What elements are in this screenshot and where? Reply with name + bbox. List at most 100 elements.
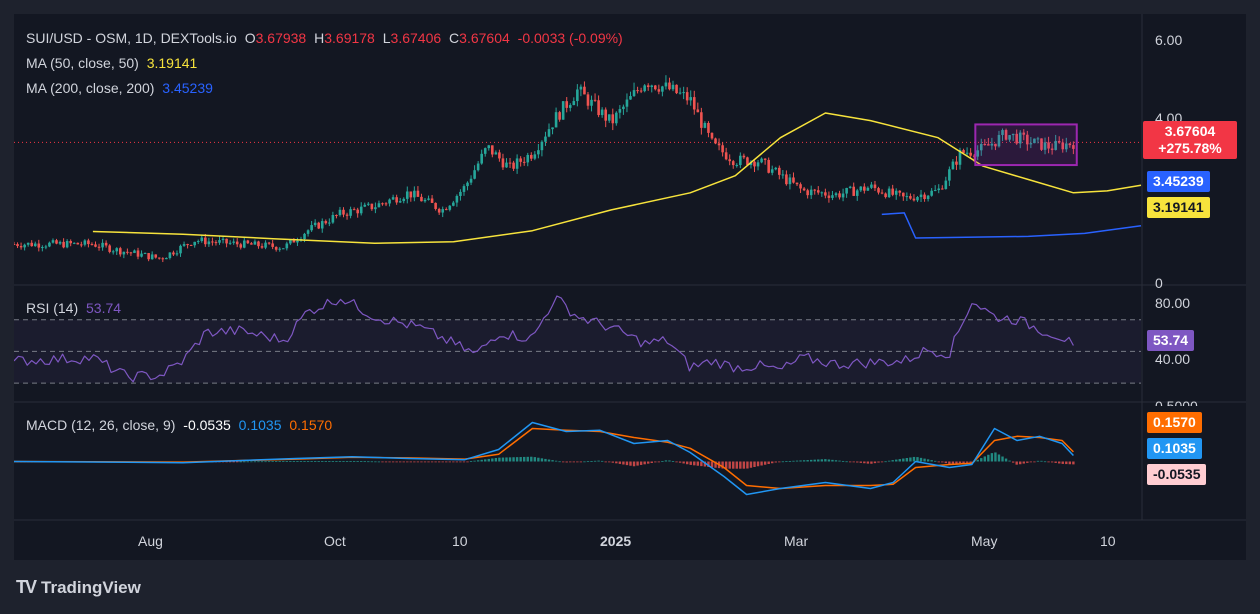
candle-body — [437, 208, 441, 213]
candle-body — [955, 161, 958, 165]
candle-body — [671, 84, 675, 90]
candle-body — [384, 203, 388, 205]
macd-histogram-bar — [448, 461, 451, 463]
macd-histogram-bar — [880, 461, 884, 463]
macd-histogram-bar — [856, 461, 859, 463]
candle-body — [894, 190, 898, 195]
macd-histogram-bar — [622, 461, 625, 465]
macd-histogram-bar — [799, 460, 802, 462]
macd-hist-value: -0.0535 — [183, 417, 231, 433]
candle-body — [111, 251, 115, 253]
macd-histogram-bar — [987, 454, 990, 462]
macd-histogram-bar — [360, 461, 363, 462]
macd-histogram-bar — [781, 461, 785, 463]
candle-body — [154, 254, 158, 258]
candle-body — [391, 197, 395, 200]
macd-histogram-bar — [746, 461, 749, 469]
macd-histogram-bar — [282, 461, 285, 462]
macd-histogram-bar — [1033, 461, 1036, 463]
candle-body — [604, 109, 607, 121]
macd-histogram-bar — [795, 460, 799, 462]
macd-histogram-bar — [597, 460, 600, 462]
macd-histogram-bar — [905, 458, 909, 462]
macd-histogram-bar — [1011, 461, 1015, 463]
candle-body — [395, 197, 398, 203]
macd-histogram-bar — [742, 461, 746, 469]
macd-histogram-bar — [629, 461, 632, 466]
candle-body — [809, 189, 813, 196]
candle-body — [278, 248, 282, 250]
low-value: 3.67406 — [390, 30, 442, 46]
macd-histogram-bar — [250, 461, 253, 463]
tradingview-brand[interactable]: TV TradingView — [16, 577, 141, 598]
candle-body — [643, 85, 646, 92]
price-badge-value: 3.67604 — [1164, 123, 1216, 139]
candle-body — [267, 242, 271, 244]
macd-histogram-bar — [841, 460, 845, 462]
macd-histogram-bar — [827, 459, 831, 462]
candle-body — [965, 152, 969, 154]
candle-body — [104, 242, 108, 246]
candle-body — [820, 192, 824, 194]
candle-body — [756, 162, 760, 167]
candle-body — [565, 101, 569, 108]
tradingview-logo-icon: TV — [16, 577, 37, 597]
macd-histogram-bar — [554, 460, 558, 462]
chart-panel[interactable]: SUI/USD - OSM, 1D, DEXTools.io O3.67938 … — [14, 14, 1246, 560]
candle-body — [802, 188, 806, 191]
candle-body — [370, 203, 374, 210]
candle-body — [529, 154, 533, 159]
macd-histogram-bar — [289, 461, 292, 462]
candle-body — [413, 190, 416, 198]
macd-histogram-bar — [317, 461, 320, 462]
candle-body — [207, 241, 211, 245]
macd-histogram-bar — [299, 461, 303, 462]
candle-body — [969, 152, 972, 156]
macd-histogram-bar — [664, 460, 668, 462]
macd-histogram-bar — [654, 461, 657, 463]
candle-body — [572, 101, 576, 106]
candle-body — [625, 99, 629, 107]
candle-body — [23, 244, 26, 248]
candle-body — [271, 243, 274, 247]
candle-body — [161, 258, 165, 260]
macd-histogram-bar — [423, 461, 427, 463]
macd-histogram-bar — [455, 461, 459, 463]
candle-body — [827, 195, 831, 198]
candle-body — [515, 158, 519, 169]
macd-histogram-bar — [367, 461, 370, 463]
candle-body — [576, 89, 579, 102]
candle-body — [193, 241, 196, 246]
candle-body — [306, 230, 310, 234]
macd-tick: 0.5000 — [1155, 398, 1198, 406]
macd-histogram-bar — [678, 461, 682, 463]
candle-body — [586, 94, 590, 106]
macd-histogram-bar — [303, 461, 306, 462]
candle-body — [870, 184, 873, 188]
macd-histogram-bar — [494, 458, 498, 462]
candle-body — [469, 178, 473, 183]
candle-body — [544, 136, 547, 142]
candle-body — [583, 86, 586, 95]
macd-histogram-bar — [406, 461, 409, 463]
macd-histogram-bar — [413, 461, 416, 463]
candle-body — [359, 206, 363, 214]
macd-histogram-bar — [271, 461, 274, 463]
candle-body — [689, 97, 693, 101]
candle-body — [902, 192, 905, 197]
macd-histogram-bar — [983, 456, 987, 462]
macd-histogram-bar — [427, 461, 430, 463]
macd-histogram-bar — [473, 460, 476, 462]
candle-body — [87, 240, 90, 245]
x-tick-may: May — [971, 533, 998, 549]
macd-histogram-bar — [1043, 461, 1047, 463]
candle-body — [26, 242, 30, 245]
candle-body — [126, 251, 129, 253]
price-tick-0: 0 — [1155, 275, 1163, 291]
candle-body — [72, 242, 76, 244]
macd-histogram-bar — [657, 461, 661, 463]
macd-histogram-bar — [650, 461, 653, 463]
macd-histogram-bar — [898, 459, 901, 462]
macd-histogram-bar — [1061, 461, 1064, 464]
macd-histogram-bar — [1072, 461, 1075, 465]
